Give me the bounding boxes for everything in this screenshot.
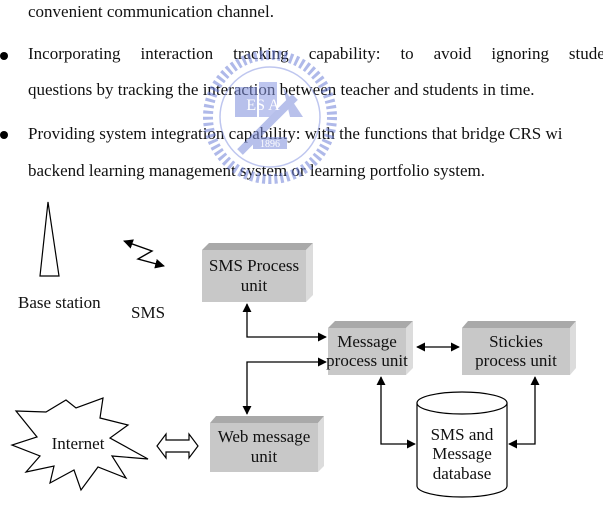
sms-label: SMS: [131, 303, 165, 322]
system-architecture-diagram: Base station SMS SMS Process unit Messag…: [10, 201, 576, 498]
connector-stickies-to-database: [508, 376, 540, 449]
message-process-unit-label-line1: Message: [337, 332, 396, 351]
database-label-line3: database: [433, 464, 492, 483]
connector-sms-to-message-process: [242, 303, 327, 342]
sms-process-unit-label-line1: SMS Process: [209, 256, 299, 275]
bidirectional-hollow-arrow-icon: [156, 432, 199, 460]
database-label-line1: SMS and: [431, 425, 494, 444]
web-message-unit-box: Web message unit: [210, 416, 324, 472]
sms-wireless-link-icon: [123, 239, 165, 269]
web-message-unit-label-line2: unit: [251, 447, 278, 466]
message-process-unit-box: Message process unit: [326, 321, 413, 375]
sms-message-database-cylinder: SMS and Message database: [416, 391, 508, 498]
base-station-label: Base station: [18, 293, 101, 312]
base-station-icon: [39, 201, 60, 277]
database-label-line2: Message: [432, 444, 491, 463]
stickies-process-unit-label-line1: Stickies: [489, 332, 543, 351]
internet-label: Internet: [52, 434, 105, 453]
stickies-process-unit-label-line2: process unit: [475, 351, 557, 370]
connector-web-to-message-process: [242, 357, 327, 415]
stickies-process-unit-box: Stickies process unit: [462, 321, 576, 375]
connector-message-to-database: [376, 376, 416, 449]
message-process-unit-label-line2: process unit: [326, 351, 408, 370]
web-message-unit-label-line1: Web message: [218, 427, 311, 446]
sms-process-unit-box: SMS Process unit: [202, 243, 313, 302]
sms-process-unit-label-line2: unit: [241, 276, 268, 295]
